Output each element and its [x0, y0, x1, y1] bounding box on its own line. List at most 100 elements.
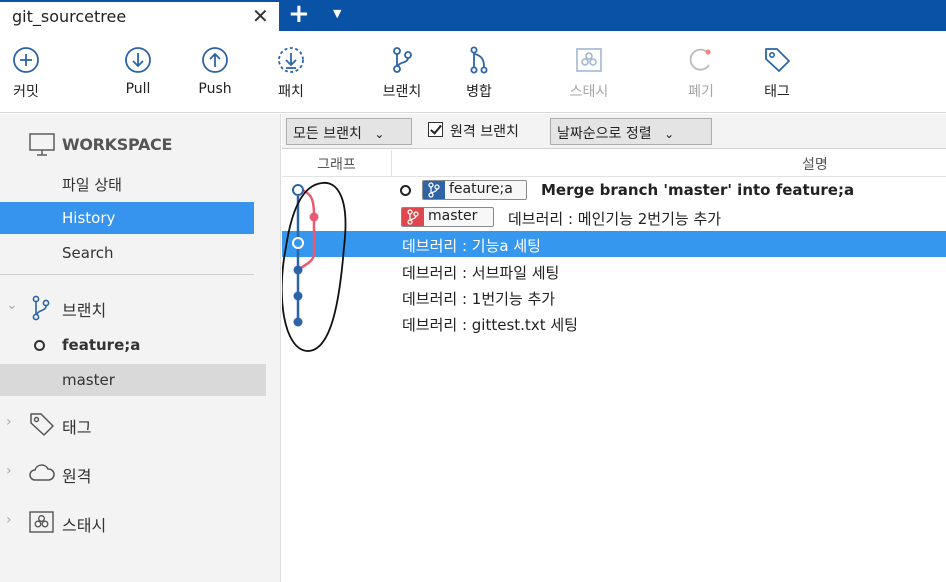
sort-value: 날짜순으로 정렬: [557, 126, 652, 142]
branch-tag-icon: [423, 181, 445, 199]
graph-node[interactable]: [293, 317, 303, 327]
chevron-down-icon: ⌄: [664, 127, 675, 141]
head-indicator-icon: [400, 185, 411, 196]
chevron-right-icon[interactable]: ›: [6, 512, 12, 528]
push-button-label: Push: [198, 81, 232, 97]
pull-button-label: Pull: [125, 81, 151, 97]
chevron-down-icon: ⌄: [374, 127, 385, 141]
sidebar-divider: [0, 274, 254, 275]
graph-node[interactable]: [293, 265, 303, 275]
chevron-right-icon[interactable]: ›: [6, 414, 12, 430]
graph-column-header[interactable]: 그래프: [282, 150, 392, 177]
branch-tag-icon: [402, 208, 424, 226]
stash-icon: [576, 48, 602, 72]
branch-button[interactable]: 브랜치: [370, 45, 434, 107]
sidebar-branches-header[interactable]: ⌄ 브랜치: [0, 290, 268, 324]
history-label: History: [62, 209, 116, 227]
tag-button-label: 태그: [764, 84, 790, 100]
patch-button[interactable]: 패치: [259, 45, 323, 107]
commit-message: 데브러리 : 기능a 세팅: [402, 237, 541, 255]
branch-icon: [32, 295, 50, 321]
remotes-label: 원격: [62, 467, 92, 486]
graph-line-branch: [297, 187, 316, 271]
tag-button[interactable]: 태그: [745, 45, 809, 107]
toolbar: 커밋 Pull Push 패치 브랜치 병합 스태시 폐기 태그: [0, 31, 946, 113]
stash-button[interactable]: 스태시: [557, 45, 621, 107]
commit-table-header: 그래프 설명: [282, 150, 946, 177]
cloud-icon: [29, 464, 55, 481]
tag-icon: [30, 413, 54, 436]
merge-button-label: 병합: [466, 84, 492, 100]
branch-feature-a-label: feature;a: [62, 336, 141, 354]
new-tab-icon[interactable]: +: [288, 0, 310, 29]
sidebar-item-file-status[interactable]: 파일 상태: [0, 167, 254, 199]
discard-icon: [689, 48, 711, 71]
sidebar-item-history[interactable]: History: [0, 202, 254, 234]
close-tab-icon[interactable]: ✕: [252, 4, 269, 28]
search-label: Search: [62, 244, 114, 262]
commit-graph: [282, 182, 347, 352]
branch-label-text: feature;a: [449, 181, 513, 197]
plus-circle-icon: [13, 47, 39, 73]
description-column-header[interactable]: 설명: [802, 154, 828, 174]
sidebar-item-branch-feature-a[interactable]: feature;a: [0, 329, 254, 361]
stash-button-label: 스태시: [569, 84, 609, 100]
branch-icon: [393, 47, 412, 73]
commit-button[interactable]: 커밋: [0, 45, 58, 107]
patch-button-label: 패치: [278, 84, 304, 100]
sidebar: WORKSPACE 파일 상태 History Search ⌄ 브랜치 fea…: [0, 114, 281, 582]
branch-label-feature-a[interactable]: feature;a: [422, 180, 527, 200]
sidebar-item-search[interactable]: Search: [0, 237, 254, 269]
graph-node-master[interactable]: [309, 212, 319, 222]
tag-icon: [765, 48, 790, 72]
commit-message: Merge branch 'master' into feature;a: [541, 181, 855, 199]
file-status-label: 파일 상태: [62, 176, 122, 194]
graph-node-selected[interactable]: [292, 237, 304, 249]
discard-button-label: 폐기: [688, 84, 714, 100]
branch-label-master[interactable]: master: [401, 207, 494, 227]
chevron-down-icon[interactable]: ⌄: [6, 297, 18, 313]
merge-button[interactable]: 병합: [447, 45, 511, 107]
branch-filter-value: 모든 브랜치: [293, 126, 362, 142]
filter-bar: 모든 브랜치 ⌄ 원격 브랜치 날짜순으로 정렬 ⌄: [282, 114, 946, 149]
arrow-up-circle-icon: [202, 47, 228, 73]
sidebar-tags-header[interactable]: › 태그: [0, 407, 268, 441]
tab-menu-icon[interactable]: ▼: [333, 7, 341, 20]
graph-node-merge[interactable]: [292, 184, 304, 196]
remote-branches-checkbox[interactable]: [428, 122, 443, 137]
repo-tab[interactable]: git_sourcetree ✕: [0, 0, 279, 31]
push-button[interactable]: Push: [183, 45, 247, 107]
workspace-label: WORKSPACE: [62, 135, 173, 154]
commit-message: 데브러리 : gittest.txt 세팅: [402, 316, 578, 334]
branches-label: 브랜치: [62, 301, 107, 320]
merge-icon: [470, 46, 488, 74]
commit-button-label: 커밋: [13, 84, 39, 100]
branch-label-text: master: [428, 208, 478, 224]
discard-button[interactable]: 폐기: [669, 45, 733, 107]
commit-message: 데브러리 : 서브파일 세팅: [402, 264, 560, 282]
graph-node[interactable]: [293, 291, 303, 301]
stash-icon: [29, 511, 54, 533]
sidebar-stashes-header[interactable]: › 스태시: [0, 505, 268, 539]
patch-icon: [278, 47, 304, 73]
title-bar: git_sourcetree ✕ + ▼: [0, 0, 946, 31]
remote-branches-label: 원격 브랜치: [450, 124, 519, 140]
current-branch-icon: [34, 340, 45, 351]
arrow-down-circle-icon: [125, 47, 151, 73]
branch-master-label: master: [62, 371, 115, 389]
sidebar-remotes-header[interactable]: › 원격: [0, 456, 268, 490]
branch-button-label: 브랜치: [382, 84, 422, 100]
sidebar-workspace-header[interactable]: WORKSPACE: [0, 128, 268, 162]
commit-message: 데브러리 : 1번기능 추가: [402, 290, 556, 308]
sourcetree-window: git_sourcetree ✕ + ▼ 커밋 Pull Push 패치 브랜치…: [0, 0, 946, 582]
commit-message: 데브러리 : 메인기능 2번기능 추가: [508, 210, 722, 228]
monitor-icon: [29, 133, 55, 156]
repo-tab-title: git_sourcetree: [12, 7, 127, 26]
tags-label: 태그: [62, 418, 92, 437]
pull-button[interactable]: Pull: [106, 45, 170, 107]
chevron-right-icon[interactable]: ›: [6, 463, 12, 479]
stashes-label: 스태시: [62, 516, 107, 535]
branch-filter-dropdown[interactable]: 모든 브랜치 ⌄: [286, 118, 412, 145]
sidebar-item-branch-master[interactable]: master: [0, 364, 266, 396]
sort-dropdown[interactable]: 날짜순으로 정렬 ⌄: [550, 118, 712, 145]
